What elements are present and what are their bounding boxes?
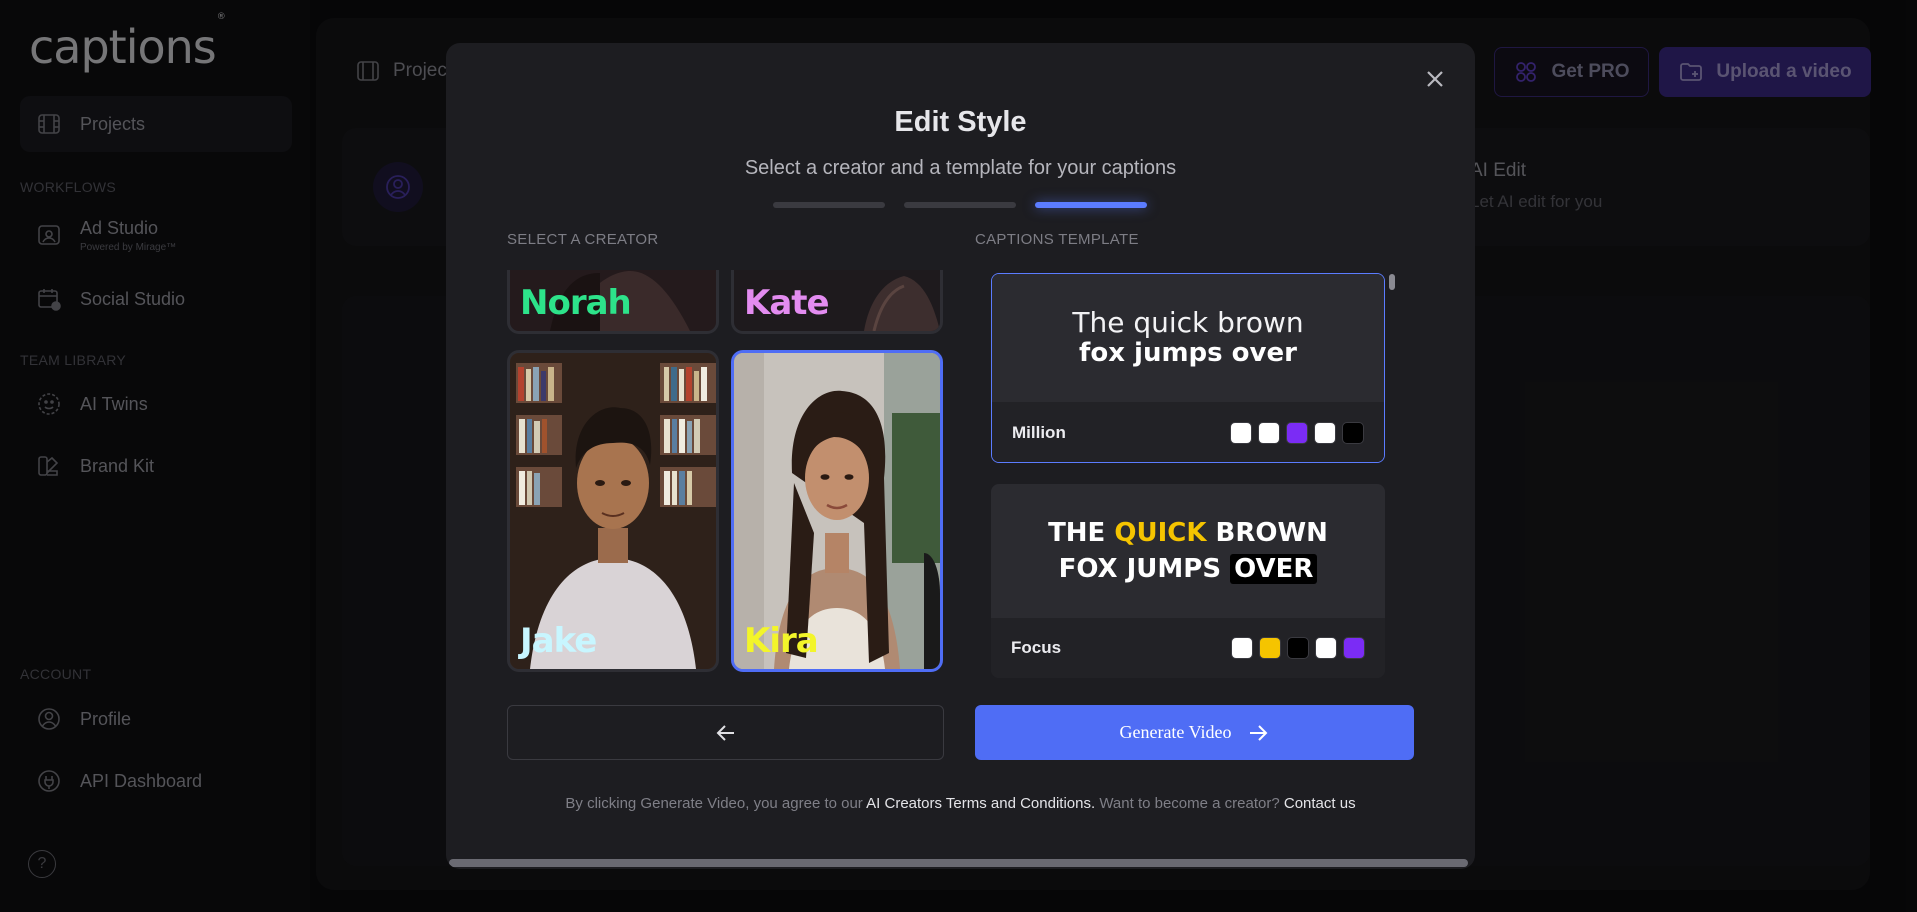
step-indicator-3 <box>1035 202 1147 208</box>
select-creator-label: SELECT A CREATOR <box>507 231 659 248</box>
creator-card-kate[interactable]: Kate <box>731 270 943 334</box>
template-preview-line-1: THE QUICK BROWN <box>1048 518 1328 548</box>
template-list-scrollbar[interactable] <box>1389 274 1395 290</box>
color-swatch <box>1342 422 1364 444</box>
step-indicator-1 <box>773 202 885 208</box>
color-swatch <box>1231 637 1253 659</box>
color-swatch <box>1343 637 1365 659</box>
color-swatch <box>1259 637 1281 659</box>
color-swatch <box>1287 637 1309 659</box>
color-swatch <box>1315 637 1337 659</box>
generate-video-label: Generate Video <box>1119 722 1232 742</box>
template-preview: THE QUICK BROWN FOX JUMPS OVER <box>991 484 1385 618</box>
color-swatch <box>1230 422 1252 444</box>
color-swatch <box>1258 422 1280 444</box>
template-preview: The quick brown fox jumps over <box>992 274 1384 402</box>
creator-card-norah[interactable]: Norah <box>507 270 719 334</box>
template-card-million[interactable]: The quick brown fox jumps over Million <box>991 273 1385 463</box>
color-swatch <box>1286 422 1308 444</box>
creator-card-jake[interactable]: Jake <box>507 350 719 672</box>
terms-middle: Want to become a creator? <box>1095 795 1284 812</box>
creator-name: Norah <box>520 283 632 323</box>
creator-name: Kira <box>744 621 819 661</box>
step-indicator-2 <box>904 202 1016 208</box>
captions-template-label: CAPTIONS TEMPLATE <box>975 231 1139 248</box>
color-swatch <box>1314 422 1336 444</box>
template-swatches <box>1231 637 1365 659</box>
generate-video-button[interactable]: Generate Video <box>975 705 1414 760</box>
template-name: Million <box>1012 423 1066 442</box>
arrow-right-icon <box>1249 724 1267 741</box>
terms-text: By clicking Generate Video, you agree to… <box>446 795 1475 812</box>
template-preview-line-1: The quick brown <box>1072 306 1304 339</box>
creator-grid[interactable]: Norah Kate Jake Kira <box>507 270 947 674</box>
creator-card-kira[interactable]: Kira <box>731 350 943 672</box>
template-name: Focus <box>1011 638 1062 657</box>
modal-subtitle: Select a creator and a template for your… <box>744 157 1177 179</box>
creator-name: Jake <box>520 621 597 661</box>
arrow-left-icon <box>716 724 734 741</box>
close-button[interactable] <box>1424 68 1446 90</box>
template-preview-line-2: fox jumps over <box>1079 338 1297 368</box>
modal-horizontal-scrollbar[interactable] <box>449 859 1468 867</box>
contact-us-link[interactable]: Contact us <box>1284 795 1356 812</box>
template-footer: Million <box>992 402 1384 462</box>
template-card-focus[interactable]: THE QUICK BROWN FOX JUMPS OVER Focus <box>991 484 1385 678</box>
template-footer: Focus <box>991 618 1385 678</box>
terms-prefix: By clicking Generate Video, you agree to… <box>565 795 867 812</box>
back-button[interactable] <box>507 705 944 760</box>
template-preview-line-2: FOX JUMPS OVER <box>1059 551 1318 587</box>
modal-title: Edit Style <box>894 106 1027 138</box>
terms-link[interactable]: AI Creators Terms and Conditions. <box>866 795 1095 812</box>
creator-name: Kate <box>744 283 830 323</box>
close-icon <box>1427 71 1443 87</box>
template-swatches <box>1230 422 1364 444</box>
